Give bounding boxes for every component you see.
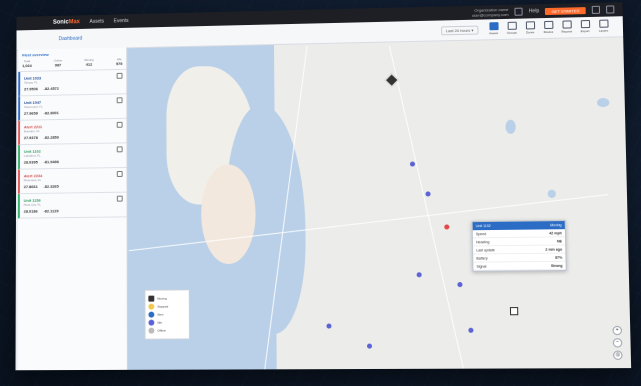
zoom-controls: + − ◎: [612, 325, 623, 360]
download-icon: [580, 19, 590, 29]
asset-card[interactable]: Unit 1023 Tampa, FL 27.9506 -82.4572: [18, 69, 127, 97]
bell-icon[interactable]: [514, 7, 523, 16]
nav-tab-events[interactable]: Events: [114, 18, 129, 24]
nav-tab-assets[interactable]: Assets: [90, 19, 104, 25]
help-link[interactable]: Help: [529, 8, 540, 14]
edit-icon[interactable]: [116, 121, 123, 128]
edit-icon[interactable]: [116, 146, 123, 153]
tool-layers[interactable]: Layers: [596, 19, 611, 34]
page-title: Dashboard: [58, 35, 83, 43]
grid-icon[interactable]: [591, 5, 601, 14]
route-icon: [543, 20, 553, 30]
tool-zones[interactable]: Zones: [523, 21, 537, 35]
urban-area: [200, 163, 256, 265]
layers-icon: [507, 21, 517, 30]
app-window: SonicMax Assets Events Organization name…: [15, 2, 632, 371]
chart-icon: [561, 20, 572, 29]
asset-marker[interactable]: [366, 343, 373, 349]
edit-icon[interactable]: [116, 72, 123, 79]
tool-reports[interactable]: Reports: [559, 20, 574, 34]
asset-sidebar: Fleet overview Total 1,024 Online 987 Movi…: [17, 47, 128, 371]
mouse-cursor: [509, 307, 519, 316]
get-started-button[interactable]: GET STARTED: [545, 6, 586, 15]
lake: [596, 97, 610, 108]
stat-idle: Idle 575: [115, 57, 123, 67]
map-legend: Moving Stopped Alert Idle Offline: [144, 289, 190, 340]
zoom-out-button[interactable]: −: [612, 338, 623, 348]
toolbar-tools: Assets Groups Zones Routes Reports Expor…: [486, 19, 611, 37]
asset-popup[interactable]: Unit 1102 Moving Speed 42 mph Heading NE La…: [471, 220, 567, 272]
stat-moving: Moving 412: [84, 57, 94, 67]
alert-card[interactable]: Alert 2211 Brandon, FL 27.9378 -82.2859: [18, 118, 127, 146]
fleet-summary: Fleet overview Total 1,024 Online 987 Movi…: [18, 47, 127, 73]
tool-assets[interactable]: Assets: [486, 22, 500, 36]
summary-header: Fleet overview: [22, 52, 49, 58]
asset-marker[interactable]: [468, 327, 474, 333]
stack-icon: [598, 19, 609, 28]
tool-groups[interactable]: Groups: [505, 21, 519, 36]
tool-export[interactable]: Export: [578, 19, 593, 34]
tool-routes[interactable]: Routes: [541, 20, 556, 35]
stat-total: Total 1,024: [22, 59, 32, 69]
app-logo[interactable]: SonicMax: [53, 19, 80, 25]
edit-icon[interactable]: [116, 195, 123, 202]
asset-marker[interactable]: [425, 191, 431, 197]
asset-card[interactable]: Unit 1047 Clearwater, FL 27.9659 -82.8001: [18, 94, 127, 121]
edit-icon[interactable]: [116, 170, 123, 177]
truck-icon: [488, 22, 499, 31]
asset-card[interactable]: Unit 1156 Plant City, FL 28.0186 -82.1129: [17, 192, 127, 219]
user-icon[interactable]: [606, 5, 615, 14]
time-filter-select[interactable]: Last 24 hours ▾: [440, 25, 479, 35]
lake: [547, 189, 556, 198]
asset-marker[interactable]: [457, 282, 463, 288]
edit-icon[interactable]: [116, 97, 123, 104]
alert-marker[interactable]: [444, 224, 450, 230]
map-view[interactable]: Unit 1102 Moving Speed 42 mph Heading NE La…: [127, 37, 632, 370]
locate-icon[interactable]: ◎: [613, 350, 623, 360]
asset-card[interactable]: Unit 1102 Lakeland, FL 28.0395 -81.9498: [18, 143, 127, 170]
asset-marker[interactable]: [409, 161, 416, 167]
asset-marker[interactable]: [416, 272, 422, 278]
popup-row: Signal Strong: [473, 261, 566, 271]
account-info[interactable]: Organization name user@company.com: [472, 7, 509, 18]
polygon-icon: [525, 21, 535, 30]
asset-marker[interactable]: [326, 323, 332, 329]
alert-card[interactable]: Alert 2234 Riverview, FL 27.8661 -82.3265: [17, 167, 127, 195]
zoom-in-button[interactable]: +: [612, 325, 623, 336]
stat-online: Online 987: [53, 58, 63, 68]
road: [388, 45, 465, 370]
lake: [505, 119, 516, 134]
